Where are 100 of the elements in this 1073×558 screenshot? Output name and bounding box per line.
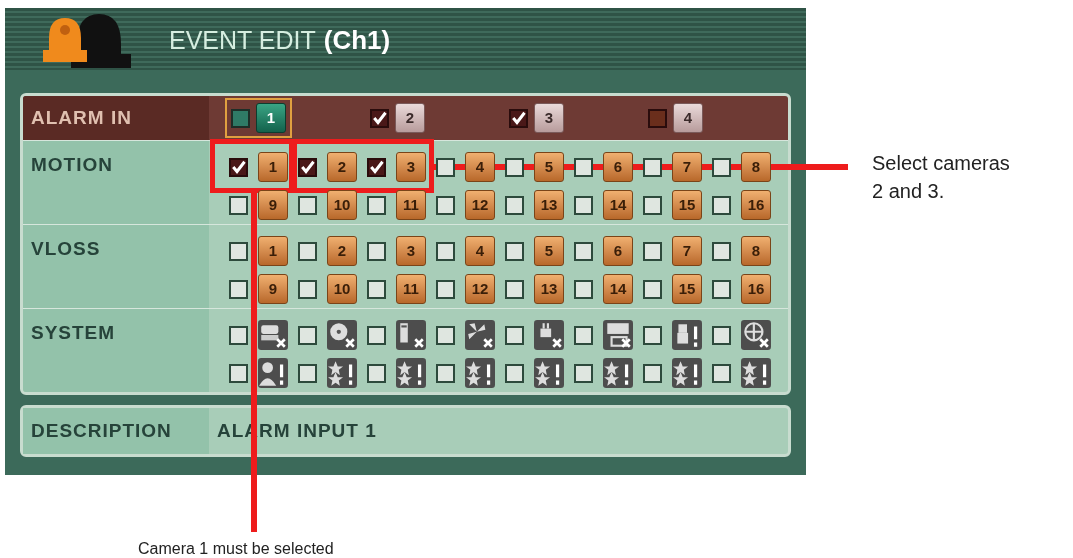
checkbox[interactable] bbox=[298, 279, 317, 299]
camera-number[interactable]: 4 bbox=[465, 236, 495, 266]
camera-number[interactable]: 9 bbox=[258, 190, 288, 220]
camera-number[interactable]: 16 bbox=[741, 274, 771, 304]
camera-number[interactable]: 10 bbox=[327, 274, 357, 304]
camera-number[interactable]: 10 bbox=[327, 190, 357, 220]
checkbox[interactable] bbox=[574, 325, 593, 345]
checkbox[interactable] bbox=[436, 363, 455, 383]
checkbox[interactable] bbox=[643, 363, 662, 383]
star-warning-icon bbox=[603, 358, 633, 388]
camera-number[interactable]: 8 bbox=[741, 236, 771, 266]
camera-number[interactable]: 4 bbox=[673, 103, 703, 133]
checkbox[interactable] bbox=[367, 241, 386, 261]
checkbox[interactable] bbox=[229, 279, 248, 299]
checkbox[interactable] bbox=[229, 325, 248, 345]
camera-number[interactable]: 2 bbox=[327, 152, 357, 182]
checkbox[interactable] bbox=[648, 108, 667, 128]
camera-number[interactable]: 15 bbox=[672, 190, 702, 220]
checkbox[interactable] bbox=[229, 195, 248, 215]
camera-number[interactable]: 2 bbox=[327, 236, 357, 266]
checkbox[interactable] bbox=[643, 325, 662, 345]
camera-number[interactable]: 6 bbox=[603, 236, 633, 266]
camera-number[interactable]: 12 bbox=[465, 190, 495, 220]
camera-number[interactable]: 11 bbox=[396, 274, 426, 304]
checkbox[interactable] bbox=[367, 157, 386, 177]
checkbox[interactable] bbox=[436, 325, 455, 345]
star-warning-icon bbox=[534, 358, 564, 388]
camera-number[interactable]: 7 bbox=[672, 236, 702, 266]
checkbox[interactable] bbox=[367, 195, 386, 215]
camera-number[interactable]: 1 bbox=[258, 152, 288, 182]
checkbox[interactable] bbox=[712, 363, 731, 383]
camera-number[interactable]: 11 bbox=[396, 190, 426, 220]
row-label: MOTION bbox=[31, 154, 113, 175]
callout-text: Camera 1 must be selected bbox=[138, 539, 334, 558]
checkbox[interactable] bbox=[712, 195, 731, 215]
checkbox[interactable] bbox=[712, 241, 731, 261]
checkbox[interactable] bbox=[574, 157, 593, 177]
checkbox[interactable] bbox=[370, 108, 389, 128]
checkbox[interactable] bbox=[298, 363, 317, 383]
checkbox[interactable] bbox=[643, 195, 662, 215]
checkbox[interactable] bbox=[298, 241, 317, 261]
checkbox[interactable] bbox=[436, 157, 455, 177]
checkbox[interactable] bbox=[712, 157, 731, 177]
camera-number[interactable]: 12 bbox=[465, 274, 495, 304]
camera-number[interactable]: 3 bbox=[396, 236, 426, 266]
checkbox[interactable] bbox=[712, 279, 731, 299]
camera-number[interactable]: 3 bbox=[396, 152, 426, 182]
checkbox[interactable] bbox=[436, 241, 455, 261]
alarm-input-option[interactable]: 1 bbox=[225, 98, 292, 138]
checkbox[interactable] bbox=[298, 325, 317, 345]
camera-number[interactable]: 1 bbox=[258, 236, 288, 266]
camera-number[interactable]: 8 bbox=[741, 152, 771, 182]
alarm-input-option[interactable]: 4 bbox=[642, 98, 709, 138]
camera-number[interactable]: 5 bbox=[534, 236, 564, 266]
checkbox[interactable] bbox=[367, 325, 386, 345]
camera-number[interactable]: 14 bbox=[603, 274, 633, 304]
star-warning-icon bbox=[465, 358, 495, 388]
camera-number[interactable]: 13 bbox=[534, 274, 564, 304]
camera-number[interactable]: 16 bbox=[741, 190, 771, 220]
camera-number[interactable]: 5 bbox=[534, 152, 564, 182]
checkbox[interactable] bbox=[643, 279, 662, 299]
checkbox[interactable] bbox=[298, 195, 317, 215]
checkbox[interactable] bbox=[574, 363, 593, 383]
checkbox[interactable] bbox=[367, 363, 386, 383]
checkbox[interactable] bbox=[574, 195, 593, 215]
camera-number[interactable]: 9 bbox=[258, 274, 288, 304]
checkbox[interactable] bbox=[367, 279, 386, 299]
camera-number[interactable]: 2 bbox=[395, 103, 425, 133]
checkbox[interactable] bbox=[436, 279, 455, 299]
checkbox[interactable] bbox=[509, 108, 528, 128]
checkbox[interactable] bbox=[229, 241, 248, 261]
checkbox[interactable] bbox=[712, 325, 731, 345]
check-icon bbox=[369, 158, 384, 176]
camera-number[interactable]: 4 bbox=[465, 152, 495, 182]
checkbox[interactable] bbox=[505, 363, 524, 383]
person-warning-icon bbox=[258, 358, 288, 388]
checkbox[interactable] bbox=[643, 241, 662, 261]
camera-number[interactable]: 3 bbox=[534, 103, 564, 133]
checkbox[interactable] bbox=[505, 241, 524, 261]
alarm-input-option[interactable]: 2 bbox=[364, 98, 431, 138]
check-icon bbox=[300, 158, 315, 176]
camera-number[interactable]: 1 bbox=[256, 103, 286, 133]
checkbox[interactable] bbox=[229, 363, 248, 383]
camera-number[interactable]: 14 bbox=[603, 190, 633, 220]
checkbox[interactable] bbox=[574, 279, 593, 299]
camera-number[interactable]: 13 bbox=[534, 190, 564, 220]
checkbox[interactable] bbox=[505, 279, 524, 299]
alarm-input-option[interactable]: 3 bbox=[503, 98, 570, 138]
checkbox[interactable] bbox=[231, 108, 250, 128]
checkbox[interactable] bbox=[505, 195, 524, 215]
checkbox[interactable] bbox=[436, 195, 455, 215]
checkbox[interactable] bbox=[298, 157, 317, 177]
checkbox[interactable] bbox=[574, 241, 593, 261]
camera-number[interactable]: 15 bbox=[672, 274, 702, 304]
checkbox[interactable] bbox=[229, 157, 248, 177]
camera-number[interactable]: 6 bbox=[603, 152, 633, 182]
checkbox[interactable] bbox=[505, 157, 524, 177]
checkbox[interactable] bbox=[505, 325, 524, 345]
camera-number[interactable]: 7 bbox=[672, 152, 702, 182]
checkbox[interactable] bbox=[643, 157, 662, 177]
